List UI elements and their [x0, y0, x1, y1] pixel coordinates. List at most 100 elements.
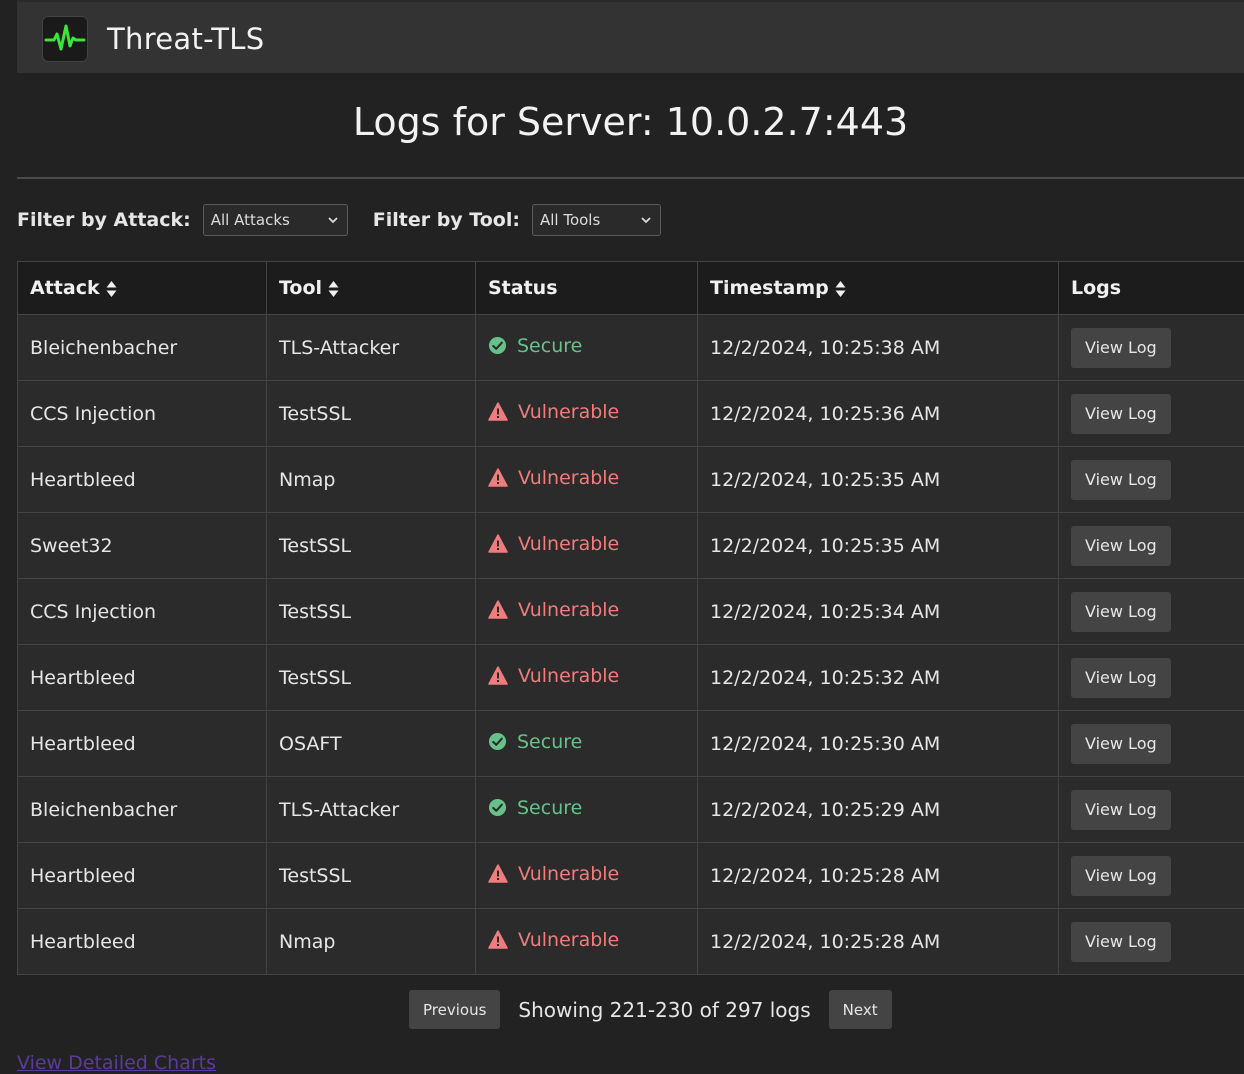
next-button[interactable]: Next — [829, 990, 892, 1029]
table-row: BleichenbacherTLS-Attacker Secure 12/2/202… — [18, 777, 1244, 843]
tool-cell: TestSSL — [267, 645, 476, 711]
logs-cell: View Log — [1059, 711, 1244, 777]
previous-button[interactable]: Previous — [409, 990, 500, 1029]
table-row: BleichenbacherTLS-AttackerSecure12/2/202… — [18, 315, 1244, 381]
tool-filter-select[interactable]: All Tools — [532, 204, 661, 236]
logs-cell: View Log — [1059, 315, 1244, 381]
status-cell: Vulnerable — [476, 447, 698, 513]
status-text: Secure — [517, 731, 582, 753]
view-log-button[interactable]: View Log — [1071, 460, 1171, 500]
status-text: Vulnerable — [518, 401, 619, 423]
header-tool-label: Tool — [279, 277, 322, 299]
timestamp-cell: 12/2/2024, 10:25:35 AM — [698, 447, 1059, 513]
timestamp-cell: 12/2/2024, 10:25:29 AM — [698, 777, 1059, 843]
timestamp-cell: 12/2/2024, 10:25:35 AM — [698, 513, 1059, 579]
view-log-button[interactable]: View Log — [1071, 790, 1171, 830]
table-row: Sweet32TestSSLVulnerable12/2/2024, 10:25… — [18, 513, 1244, 579]
view-log-button[interactable]: View Log — [1071, 526, 1171, 566]
status-cell: Vulnerable — [476, 513, 698, 579]
status-cell: Vulnerable — [476, 843, 698, 909]
attack-cell: Bleichenbacher — [18, 315, 267, 381]
sort-icon[interactable] — [835, 280, 846, 298]
navbar: Threat-TLS — [17, 0, 1244, 73]
status-text: Vulnerable — [518, 599, 619, 621]
timestamp-cell: 12/2/2024, 10:25:30 AM — [698, 711, 1059, 777]
sort-icon[interactable] — [328, 280, 339, 298]
sort-icon[interactable] — [106, 280, 117, 298]
view-log-button[interactable]: View Log — [1071, 724, 1171, 764]
warning-triangle-icon — [488, 864, 513, 883]
table-row: HeartbleedNmapVulnerable12/2/2024, 10:25… — [18, 447, 1244, 513]
attack-cell: CCS Injection — [18, 579, 267, 645]
timestamp-cell: 12/2/2024, 10:25:28 AM — [698, 843, 1059, 909]
logs-cell: View Log — [1059, 381, 1244, 447]
logs-cell: View Log — [1059, 513, 1244, 579]
check-circle-icon — [488, 732, 512, 751]
table-body: BleichenbacherTLS-AttackerSecure12/2/202… — [18, 315, 1244, 975]
attack-cell: Heartbleed — [18, 843, 267, 909]
pagination-summary: Showing 221-230 of 297 logs — [518, 998, 810, 1022]
header-status-label: Status — [488, 277, 558, 299]
status-text: Vulnerable — [518, 665, 619, 687]
status-text: Vulnerable — [518, 929, 619, 951]
view-log-button[interactable]: View Log — [1071, 394, 1171, 434]
check-circle-icon — [488, 336, 512, 355]
view-log-button[interactable]: View Log — [1071, 856, 1171, 896]
attack-cell: Heartbleed — [18, 711, 267, 777]
logs-cell: View Log — [1059, 909, 1244, 975]
status-text: Vulnerable — [518, 467, 619, 489]
header-timestamp-label: Timestamp — [710, 277, 829, 299]
timestamp-cell: 12/2/2024, 10:25:36 AM — [698, 381, 1059, 447]
timestamp-cell: 12/2/2024, 10:25:28 AM — [698, 909, 1059, 975]
warning-triangle-icon — [488, 930, 513, 949]
pulse-logo-icon[interactable] — [42, 16, 88, 62]
status-badge: Vulnerable — [488, 929, 619, 951]
header-tool[interactable]: Tool — [267, 262, 476, 315]
tool-filter-value: All Tools — [540, 211, 600, 229]
header-status: Status — [476, 262, 698, 315]
tool-filter-label: Filter by Tool: — [373, 209, 520, 231]
page-title: Logs for Server: 10.0.2.7:443 — [17, 100, 1244, 144]
logs-cell: View Log — [1059, 645, 1244, 711]
status-badge: Secure — [488, 731, 582, 753]
attack-cell: Bleichenbacher — [18, 777, 267, 843]
chevron-down-icon — [327, 214, 339, 226]
logs-cell: View Log — [1059, 447, 1244, 513]
table-row: HeartbleedTestSSLVulnerable12/2/2024, 10… — [18, 645, 1244, 711]
logs-table: Attack Tool Status Timestamp Logs Bleich… — [17, 261, 1244, 975]
view-log-button[interactable]: View Log — [1071, 592, 1171, 632]
status-cell: Secure — [476, 711, 698, 777]
table-row: CCS InjectionTestSSLVulnerable12/2/2024,… — [18, 381, 1244, 447]
status-cell: Vulnerable — [476, 645, 698, 711]
timestamp-cell: 12/2/2024, 10:25:38 AM — [698, 315, 1059, 381]
header-timestamp[interactable]: Timestamp — [698, 262, 1059, 315]
pagination: Previous Showing 221-230 of 297 logs Nex… — [409, 990, 892, 1029]
filter-bar: Filter by Attack: All Attacks Filter by … — [17, 203, 661, 237]
status-cell: Secure — [476, 315, 698, 381]
view-log-button[interactable]: View Log — [1071, 328, 1171, 368]
header-logs-label: Logs — [1071, 277, 1121, 299]
status-badge: Vulnerable — [488, 665, 619, 687]
status-cell: Secure — [476, 777, 698, 843]
detailed-charts-link[interactable]: View Detailed Charts — [17, 1052, 216, 1074]
status-badge: Secure — [488, 335, 582, 357]
attack-filter-select[interactable]: All Attacks — [203, 204, 348, 236]
warning-triangle-icon — [488, 402, 513, 421]
tool-cell: TLS-Attacker — [267, 777, 476, 843]
attack-cell: Heartbleed — [18, 909, 267, 975]
attack-filter-value: All Attacks — [211, 211, 290, 229]
table-row: CCS InjectionTestSSLVulnerable12/2/2024,… — [18, 579, 1244, 645]
view-log-button[interactable]: View Log — [1071, 658, 1171, 698]
timestamp-cell: 12/2/2024, 10:25:34 AM — [698, 579, 1059, 645]
brand-title[interactable]: Threat-TLS — [107, 22, 264, 56]
header-attack[interactable]: Attack — [18, 262, 267, 315]
chevron-down-icon — [640, 214, 652, 226]
view-log-button[interactable]: View Log — [1071, 922, 1171, 962]
logs-cell: View Log — [1059, 777, 1244, 843]
status-text: Secure — [517, 797, 582, 819]
logs-cell: View Log — [1059, 579, 1244, 645]
status-badge: Vulnerable — [488, 401, 619, 423]
status-cell: Vulnerable — [476, 579, 698, 645]
tool-cell: TestSSL — [267, 381, 476, 447]
status-cell: Vulnerable — [476, 381, 698, 447]
